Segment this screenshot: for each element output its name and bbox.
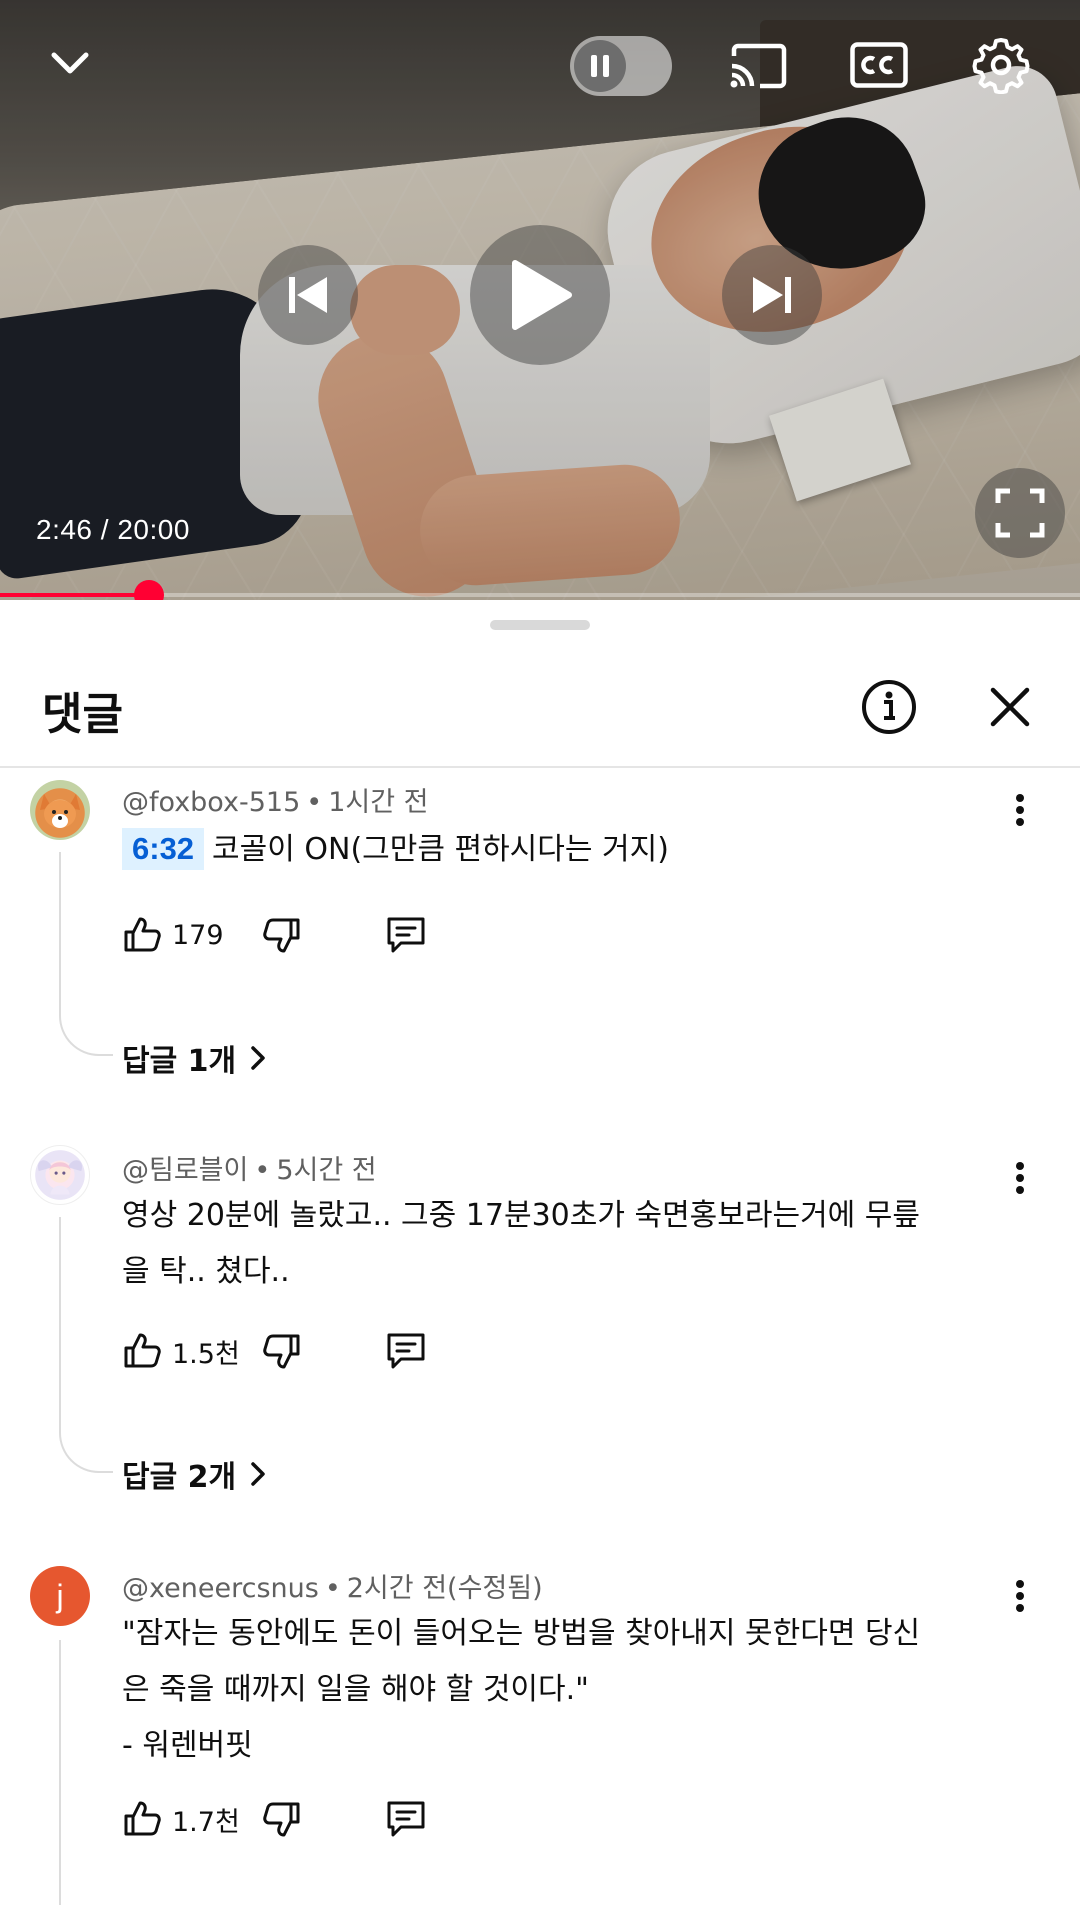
comment-text: 영상 20분에 놀랐고.. 그중 17분30초가 숙면홍보라는거에 무릎 을 탁… — [122, 1188, 1002, 1300]
comment-actions: 1.7천 — [122, 1794, 522, 1844]
close-icon — [990, 687, 1030, 727]
dislike-button[interactable] — [262, 1794, 302, 1844]
comment-text-line: "잠자는 동안에도 돈이 들어오는 방법을 찾아내지 못한다면 당신 — [122, 1616, 921, 1651]
replies-label: 답글 2개 — [122, 1460, 237, 1495]
drag-handle[interactable] — [490, 620, 590, 630]
reply-button[interactable] — [384, 1326, 428, 1376]
comments-panel: 댓글 @foxbox-515 • 1시간 전 6:32 코골이 ON(그만큼 편하시다… — [0, 600, 1080, 1905]
comment-age: 5시간 전 — [276, 1155, 377, 1186]
chevron-right-icon — [251, 1046, 265, 1070]
settings-button[interactable] — [970, 34, 1032, 96]
like-count: 1.5천 — [172, 1338, 240, 1370]
comment-meta: @xeneercsnus • 2시간 전(수정됨) — [122, 1573, 543, 1604]
angel-avatar-icon — [37, 1160, 83, 1195]
comment-author[interactable]: @foxbox-515 — [122, 787, 300, 818]
dislike-button[interactable] — [262, 1326, 302, 1376]
info-icon — [862, 680, 916, 734]
view-replies-button[interactable]: 답글 1개 — [122, 1036, 266, 1080]
comment-actions: 1.5천 — [122, 1326, 522, 1376]
comment-menu-button[interactable] — [1005, 1576, 1035, 1616]
comment-text-line: - 워렌버핏 — [122, 1728, 253, 1763]
thumbs-down-icon — [263, 1334, 300, 1369]
thumbs-up-icon — [124, 1801, 161, 1836]
comment-menu-button[interactable] — [1005, 790, 1035, 830]
skip-next-icon — [753, 277, 791, 313]
skip-previous-icon — [289, 277, 327, 313]
reply-comment-icon — [387, 1333, 425, 1369]
thumbs-up-icon — [124, 1333, 161, 1368]
avatar[interactable] — [30, 1145, 90, 1205]
header-divider — [0, 766, 1080, 768]
timestamp-link[interactable]: 6:32 — [122, 828, 205, 870]
progress-bar[interactable] — [0, 580, 1080, 600]
thread-connector — [59, 1640, 113, 1905]
captions-button[interactable] — [850, 42, 908, 88]
settings-gear-icon — [972, 38, 1030, 94]
like-button[interactable]: 179 — [122, 910, 224, 960]
play-icon — [512, 260, 572, 330]
comment-meta: @팀로블이 • 5시간 전 — [122, 1155, 377, 1186]
comment-author[interactable]: @팀로블이 — [122, 1155, 248, 1186]
like-count: 179 — [172, 919, 224, 951]
fullscreen-button[interactable] — [975, 468, 1065, 558]
more-vertical-icon — [1016, 794, 1024, 826]
thread-connector — [59, 852, 113, 1056]
comment-age: 1시간 전 — [328, 787, 429, 818]
autoplay-toggle[interactable] — [570, 36, 672, 96]
comment-text-line: 영상 20분에 놀랐고.. 그중 17분30초가 숙면홍보라는거에 무릎 — [122, 1198, 921, 1233]
like-count: 1.7천 — [172, 1806, 240, 1838]
comment-menu-button[interactable] — [1005, 1158, 1035, 1198]
replies-label: 답글 1개 — [122, 1044, 237, 1079]
thread-connector — [59, 1217, 113, 1473]
panel-title: 댓글 — [42, 689, 123, 740]
comment-text: 6:32 코골이 ON(그만큼 편하시다는 거지) — [122, 822, 1002, 878]
thumbs-up-icon — [124, 917, 161, 952]
playback-time: 2:46 / 20:00 — [36, 514, 190, 545]
dislike-button[interactable] — [262, 910, 302, 960]
progress-bar-played — [0, 593, 150, 597]
reply-button[interactable] — [384, 910, 428, 960]
comment-age: 2시간 전(수정됨) — [346, 1573, 543, 1604]
comment-author[interactable]: @xeneercsnus — [122, 1573, 319, 1604]
fullscreen-icon — [995, 488, 1045, 538]
reply-comment-icon — [387, 917, 425, 953]
comment-actions: 179 — [122, 910, 522, 960]
reply-comment-icon — [387, 1801, 425, 1837]
comment-text-line: 은 죽을 때까지 일을 해야 할 것이다." — [122, 1672, 589, 1707]
comment-text: "잠자는 동안에도 돈이 들어오는 방법을 찾아내지 못한다면 당신 은 죽을 … — [122, 1606, 1002, 1774]
avatar-letter: j — [56, 1577, 64, 1614]
info-button[interactable] — [860, 678, 918, 736]
comment-text-content: 코골이 ON(그만큼 편하시다는 거지) — [212, 832, 669, 867]
fox-avatar-icon — [40, 794, 80, 828]
thumbs-down-icon — [263, 1802, 300, 1837]
like-button[interactable]: 1.7천 — [122, 1794, 240, 1844]
thumbs-down-icon — [263, 918, 300, 953]
cast-button[interactable] — [725, 38, 791, 94]
comment-meta: @foxbox-515 • 1시간 전 — [122, 787, 429, 818]
pause-icon — [574, 40, 626, 92]
like-button[interactable]: 1.5천 — [122, 1326, 240, 1376]
chevron-right-icon — [251, 1462, 265, 1486]
next-video-button[interactable] — [722, 245, 822, 345]
captions-icon — [850, 42, 908, 88]
more-vertical-icon — [1016, 1580, 1024, 1612]
video-player[interactable]: 2:46 / 20:00 — [0, 0, 1080, 600]
view-replies-button[interactable]: 답글 2개 — [122, 1452, 266, 1496]
avatar[interactable]: j — [30, 1566, 90, 1626]
minimize-button[interactable] — [40, 38, 100, 88]
reply-button[interactable] — [384, 1794, 428, 1844]
play-button[interactable] — [470, 225, 610, 365]
avatar[interactable] — [30, 780, 90, 840]
close-button[interactable] — [985, 682, 1035, 732]
more-vertical-icon — [1016, 1162, 1024, 1194]
comment-text-line: 을 탁.. 쳤다.. — [122, 1254, 290, 1289]
previous-video-button[interactable] — [258, 245, 358, 345]
chevron-down-icon — [51, 52, 89, 74]
cast-icon — [730, 43, 787, 89]
